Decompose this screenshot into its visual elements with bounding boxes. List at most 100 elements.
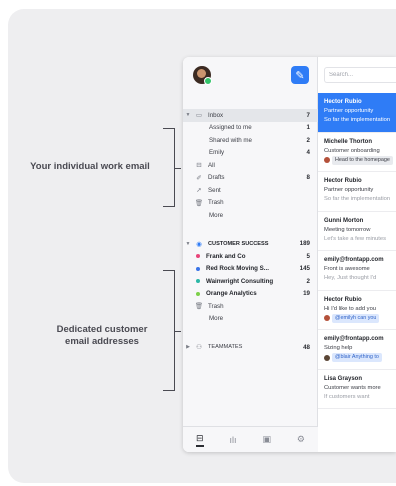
sidebar-section-teammates[interactable]: ▶ ⚇ TEAMMATES 48 <box>183 341 318 354</box>
sidebar-item-orange-analytics[interactable]: Orange Analytics 19 <box>183 288 318 301</box>
color-dot <box>196 279 200 284</box>
conversation-subject: Hi I'd like to add you <box>324 305 377 312</box>
chevron-down-icon[interactable]: ▼ <box>183 112 193 118</box>
conversation-subject: Front is awesome <box>324 266 370 272</box>
conversation-comment: Head to the homepage <box>324 155 396 165</box>
conversation-subject: Customer wants more <box>324 384 381 391</box>
trash-icon: 🗑︎ <box>194 199 204 207</box>
conversation-item[interactable]: emily@frontapp.com Front is awesome Hey,… <box>318 251 396 291</box>
conversation-item[interactable]: Hector Rubio Partner opportunity So far … <box>318 93 396 133</box>
sidebar-item-label: Inbox <box>208 111 224 119</box>
comment-tag: Head to the homepage <box>332 155 393 165</box>
sidebar-section-label: CUSTOMER SUCCESS <box>208 240 269 247</box>
compose-button[interactable]: ✎ <box>291 66 309 84</box>
sidebar-item-label: Orange Analytics <box>206 290 257 298</box>
sidebar-item-count: 145 <box>299 265 310 273</box>
conversation-subject: Sizing help <box>324 345 353 351</box>
sidebar-item-label: Assigned to me <box>209 124 252 132</box>
all-icon: ⊟ <box>196 162 202 170</box>
conversation-sender: Hector Rubio <box>324 296 362 303</box>
chevron-right-icon[interactable]: ▶ <box>183 344 193 350</box>
trash-icon: 🗑︎ <box>194 303 204 311</box>
conversation-sender: emily@frontapp.com <box>324 257 384 263</box>
sidebar-item-label: Trash <box>208 199 224 207</box>
inbox-tab-icon[interactable]: ⊟ <box>195 433 204 447</box>
sidebar-item-drafts[interactable]: ✐ Drafts 8 <box>183 172 318 185</box>
sidebar-item-sent[interactable]: ➚ Sent <box>183 184 318 197</box>
sidebar-section-count: 48 <box>303 343 310 351</box>
callout-work-email: Your individual work email <box>30 161 150 172</box>
sidebar-item-count: 2 <box>306 136 310 144</box>
conversation-item[interactable]: emily@frontapp.com Sizing help @blair An… <box>318 330 396 370</box>
sidebar-item-label: Sent <box>208 186 221 194</box>
sidebar-item-trash[interactable]: 🗑︎ Trash <box>183 197 318 210</box>
sidebar-item-count: 8 <box>306 174 310 182</box>
conversation-subject: Partner opportunity <box>324 187 374 193</box>
sent-icon: ➚ <box>196 187 202 195</box>
callout-line-1: Dedicated customer <box>56 324 148 335</box>
conversation-item[interactable]: Lisa Grayson Customer wants more If cust… <box>318 370 396 409</box>
sidebar-item-inbox[interactable]: ▼ ▭ Inbox 7 <box>183 109 318 122</box>
sidebar-item-count: 19 <box>303 290 310 298</box>
conversation-preview: So far the implementation <box>324 117 391 123</box>
sidebar-section-customer-success[interactable]: ▼ ◉ CUSTOMER SUCCESS 189 <box>183 238 318 251</box>
conversation-preview: Let's take a few minutes <box>324 235 387 242</box>
conversation-sender: Lisa Grayson <box>324 375 363 382</box>
avatar[interactable] <box>193 66 212 85</box>
sidebar-item-red-rock[interactable]: Red Rock Moving S... 145 <box>183 263 318 276</box>
conversation-list: Hector Rubio Partner opportunity So far … <box>318 57 396 452</box>
settings-icon[interactable]: ⚙ <box>297 434 305 445</box>
sidebar-item-count: 7 <box>306 111 310 119</box>
sidebar-item-all[interactable]: ⊟ All <box>183 159 318 172</box>
sidebar-header: ✎ <box>183 57 317 93</box>
sidebar: ✎ ▼ ▭ Inbox 7 Assigned to me 1 Shared wi… <box>183 57 318 452</box>
drafts-icon: ✐ <box>196 174 202 182</box>
contacts-icon[interactable]: ▣ <box>262 434 271 445</box>
conversation-preview: Hey, Just thought I'd <box>324 275 377 281</box>
bracket-work-email <box>163 128 181 207</box>
conversation-subject: Meeting tomorrow <box>324 226 371 233</box>
conversation-preview: So far the implementation <box>324 196 391 202</box>
sidebar-item-frank-and-co[interactable]: Frank and Co 5 <box>183 250 318 263</box>
conversation-subject: Customer onboarding <box>324 147 380 154</box>
sidebar-item-label: All <box>208 161 215 169</box>
bracket-customer-email <box>163 270 181 391</box>
mention-tag: @emilyh can you <box>332 313 380 323</box>
sidebar-section-label: TEAMMATES <box>208 344 243 351</box>
sidebar-nav: ▼ ▭ Inbox 7 Assigned to me 1 Shared with… <box>183 109 318 354</box>
sidebar-footer: ⊟ ılı ▣ ⚙ <box>183 426 318 452</box>
conversation-item[interactable]: Michelle Thorton Customer onboarding Hea… <box>318 133 396 172</box>
sidebar-item-team-trash[interactable]: 🗑︎ Trash <box>183 300 318 313</box>
analytics-icon[interactable]: ılı <box>229 435 236 445</box>
sidebar-item-label: Emily <box>209 149 225 157</box>
conversation-sender: Hector Rubio <box>324 99 362 105</box>
conversation-comment: @blair Anything to <box>324 353 396 362</box>
conversation-item[interactable]: Hector Rubio Partner opportunity So far … <box>318 172 396 212</box>
sidebar-item-assigned[interactable]: Assigned to me 1 <box>183 122 318 135</box>
avatar <box>324 157 330 163</box>
sidebar-item-wainwright[interactable]: Wainwright Consulting 2 <box>183 275 318 288</box>
conversation-sender: Hector Rubio <box>324 178 362 184</box>
avatar <box>324 354 330 361</box>
app-window: ✎ ▼ ▭ Inbox 7 Assigned to me 1 Shared wi… <box>183 57 396 452</box>
conversation-item[interactable]: Gunni Morton Meeting tomorrow Let's take… <box>318 212 396 251</box>
color-dot <box>196 266 200 271</box>
sidebar-item-label: Frank and Co <box>206 252 246 260</box>
callout-line-2: email addresses <box>65 336 139 347</box>
sidebar-item-more[interactable]: More <box>183 209 318 222</box>
sidebar-item-shared[interactable]: Shared with me 2 <box>183 134 318 147</box>
conversation-item[interactable]: Hector Rubio Hi I'd like to add you @emi… <box>318 291 396 330</box>
sidebar-item-count: 5 <box>306 252 310 260</box>
sidebar-item-label: Wainwright Consulting <box>206 277 274 285</box>
pencil-icon: ✎ <box>295 69 305 82</box>
conversation-subject: Partner opportunity <box>324 108 374 114</box>
sidebar-item-emily[interactable]: Emily 4 <box>183 147 318 160</box>
sidebar-item-count: 4 <box>306 149 310 157</box>
conversation-comment: @emilyh can you <box>324 313 396 323</box>
mention-tag: @blair Anything to <box>332 353 382 362</box>
chevron-down-icon[interactable]: ▼ <box>183 241 193 247</box>
search-input[interactable] <box>324 67 396 83</box>
sidebar-item-team-more[interactable]: More <box>183 313 318 326</box>
